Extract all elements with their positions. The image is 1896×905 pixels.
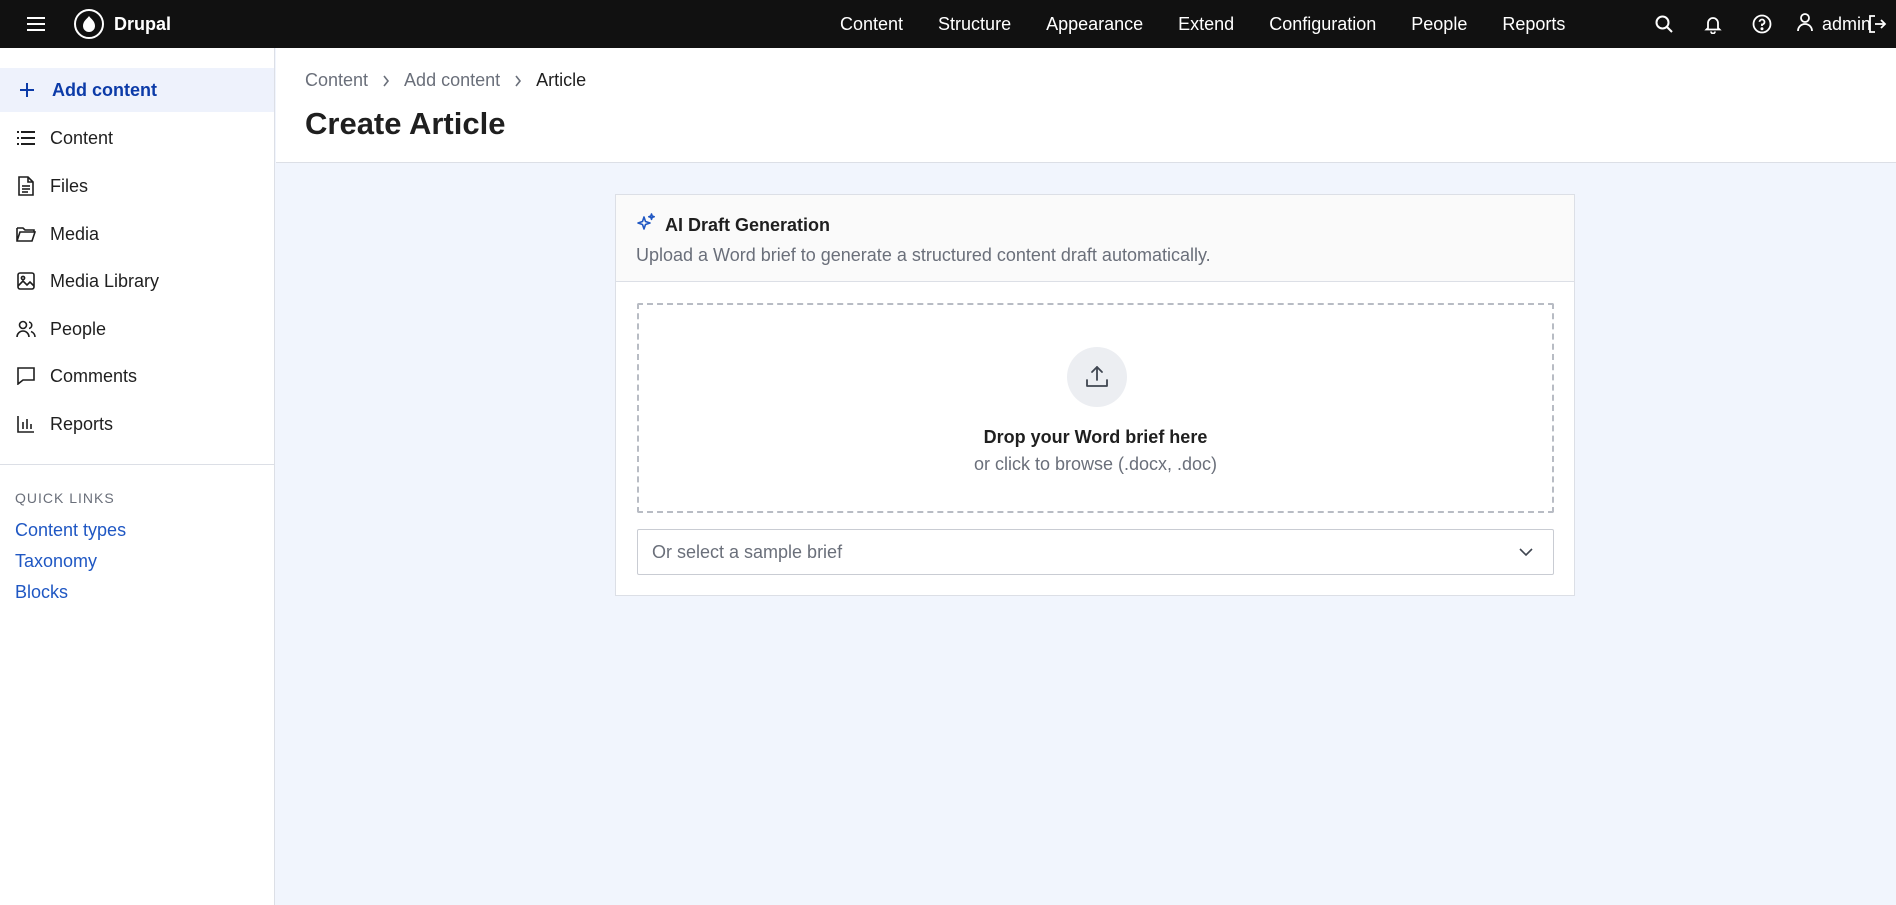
- sidebar-item-label: People: [50, 318, 107, 339]
- sidebar-item-label: Files: [50, 175, 89, 196]
- ai-draft-card: AI Draft Generation Upload a Word brief …: [615, 194, 1575, 596]
- card-subtitle: Upload a Word brief to generate a struct…: [636, 245, 1211, 265]
- topnav-extend[interactable]: Extend: [1178, 14, 1234, 35]
- plus-icon: [17, 80, 37, 100]
- breadcrumb-current: Article: [536, 70, 587, 90]
- user-icon: [1796, 12, 1814, 37]
- quick-link-blocks[interactable]: Blocks: [15, 582, 68, 603]
- help-icon[interactable]: [1751, 13, 1773, 35]
- topnav-appearance[interactable]: Appearance: [1046, 14, 1143, 35]
- breadcrumb-content[interactable]: Content: [305, 70, 368, 91]
- sidebar-item-comments[interactable]: Comments: [0, 354, 274, 398]
- sidebar-item-reports[interactable]: Reports: [0, 402, 274, 446]
- sidebar-item-label: Media: [50, 223, 100, 244]
- card-title: AI Draft Generation: [665, 215, 831, 235]
- top-toolbar: Drupal Content Structure Appearance Exte…: [0, 0, 1896, 48]
- sidebar-divider: [0, 464, 274, 465]
- sidebar-item-label: Comments: [50, 365, 138, 386]
- drupal-drop-icon: [74, 9, 104, 39]
- comment-icon: [16, 366, 36, 386]
- sample-brief-placeholder: Or select a sample brief: [652, 542, 843, 562]
- sample-brief-select[interactable]: Or select a sample brief: [637, 529, 1554, 575]
- dropzone-title: Drop your Word brief here: [983, 427, 1208, 447]
- dropzone-subtitle: or click to browse (.docx, .doc): [973, 454, 1218, 474]
- top-navigation: Content Structure Appearance Extend Conf…: [840, 0, 1600, 48]
- sidebar-item-label: Media Library: [50, 270, 160, 291]
- image-icon: [16, 271, 36, 291]
- bar-chart-icon: [16, 414, 36, 434]
- topnav-reports[interactable]: Reports: [1502, 14, 1565, 35]
- breadcrumb: Content Add content Article: [305, 70, 586, 91]
- user-menu[interactable]: admin: [1796, 12, 1871, 37]
- file-dropzone[interactable]: Drop your Word brief here or click to br…: [637, 303, 1554, 513]
- topnav-configuration[interactable]: Configuration: [1269, 14, 1376, 35]
- upload-icon: [1067, 347, 1127, 407]
- sidebar-item-files[interactable]: Files: [0, 164, 274, 208]
- chevron-down-icon: [1517, 543, 1535, 561]
- quick-link-content-types[interactable]: Content types: [15, 520, 126, 541]
- page-header: Content Add content Article Create Artic…: [276, 48, 1896, 163]
- sidebar-item-label: Reports: [50, 413, 114, 434]
- quick-links-title: QUICK LINKS: [15, 490, 115, 506]
- folder-icon: [16, 224, 36, 244]
- sidebar-item-label: Add content: [52, 79, 157, 100]
- bell-icon[interactable]: [1702, 13, 1724, 35]
- drupal-logo-link[interactable]: Drupal: [74, 9, 171, 39]
- sidebar-item-media-library[interactable]: Media Library: [0, 259, 274, 303]
- user-name: admin: [1822, 13, 1872, 34]
- chevron-right-icon: [514, 75, 522, 87]
- admin-sidebar: Add content Content Files Media Media Li…: [0, 48, 275, 905]
- sidebar-item-content[interactable]: Content: [0, 116, 274, 160]
- topnav-people[interactable]: People: [1411, 14, 1467, 35]
- sidebar-item-media[interactable]: Media: [0, 212, 274, 256]
- quick-link-taxonomy[interactable]: Taxonomy: [15, 551, 97, 572]
- list-icon: [16, 128, 36, 148]
- card-header: AI Draft Generation Upload a Word brief …: [616, 195, 1574, 282]
- menu-icon[interactable]: [24, 12, 48, 36]
- topnav-structure[interactable]: Structure: [938, 14, 1011, 35]
- brand-name: Drupal: [114, 13, 172, 34]
- logout-icon[interactable]: [1866, 13, 1888, 35]
- chevron-right-icon: [382, 75, 390, 87]
- topnav-content[interactable]: Content: [840, 14, 903, 35]
- sidebar-item-people[interactable]: People: [0, 307, 274, 351]
- page-title: Create Article: [305, 106, 506, 141]
- people-icon: [16, 319, 36, 339]
- sidebar-item-label: Content: [50, 127, 114, 148]
- search-icon[interactable]: [1653, 13, 1675, 35]
- breadcrumb-add-content[interactable]: Add content: [404, 70, 500, 91]
- file-icon: [16, 176, 36, 196]
- sidebar-item-add-content[interactable]: Add content: [0, 68, 274, 112]
- sparkle-icon: [636, 213, 656, 238]
